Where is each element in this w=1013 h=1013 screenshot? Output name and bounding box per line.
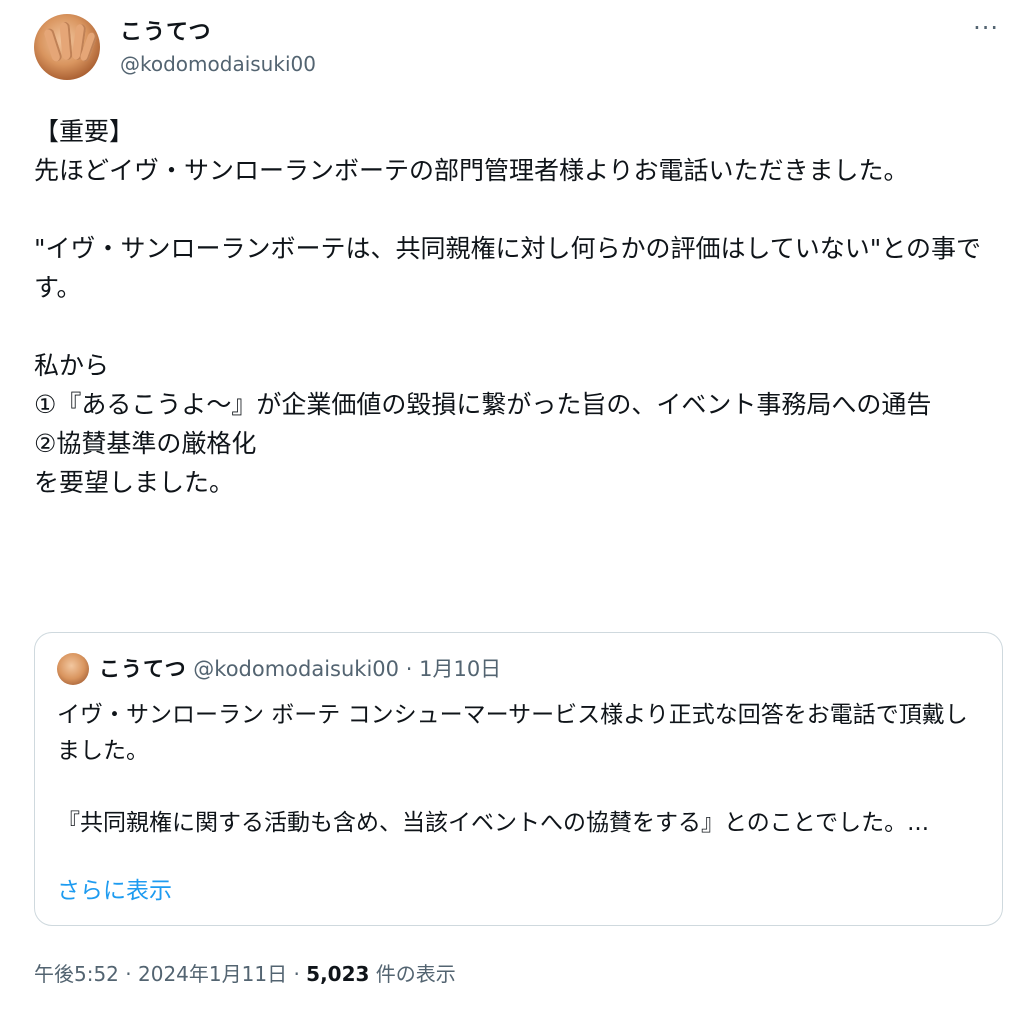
tweet-meta: 午後5:52 · 2024年1月11日 · 5,023 件の表示 bbox=[34, 958, 456, 987]
more-horizontal-icon[interactable]: ··· bbox=[973, 14, 999, 42]
meta-separator: · bbox=[293, 962, 300, 986]
author-display-name[interactable]: こうてつ bbox=[120, 14, 212, 46]
show-more-link[interactable]: さらに表示 bbox=[57, 871, 172, 905]
meta-separator: · bbox=[125, 962, 132, 986]
quoted-tweet-text: イヴ・サンローラン ボーテ コンシューマーサービス様より正式な回答をお電話で頂戴… bbox=[57, 702, 968, 836]
tweet-time[interactable]: 午後5:52 bbox=[34, 962, 119, 986]
tweet-text: 【重要】 先ほどイヴ・サンローランボーテの部門管理者様よりお電話いただきました。… bbox=[34, 117, 982, 497]
quoted-tweet-card[interactable]: こうてつ @kodomodaisuki00 · 1月10日 イヴ・サンローラン … bbox=[34, 632, 1003, 926]
author-avatar[interactable] bbox=[34, 14, 100, 80]
views-count[interactable]: 5,023 bbox=[306, 962, 369, 986]
quoted-separator: · bbox=[405, 657, 413, 681]
author-handle[interactable]: @kodomodaisuki00 bbox=[120, 52, 316, 76]
quoted-author-display-name: こうてつ bbox=[99, 657, 187, 681]
quoted-tweet-header: こうてつ @kodomodaisuki00 · 1月10日 bbox=[99, 653, 501, 683]
views-label: 件の表示 bbox=[375, 962, 456, 986]
tweet-date[interactable]: 2024年1月11日 bbox=[138, 962, 287, 986]
quoted-tweet-date: 1月10日 bbox=[419, 657, 502, 681]
quoted-author-avatar bbox=[57, 653, 89, 685]
quoted-author-handle: @kodomodaisuki00 bbox=[193, 657, 400, 681]
